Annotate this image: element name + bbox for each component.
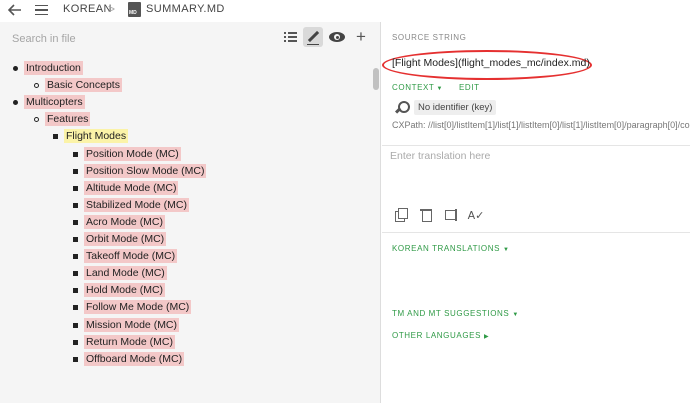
spellcheck-icon[interactable]: A✓ xyxy=(468,208,485,222)
eye-icon[interactable] xyxy=(327,27,347,47)
bullet xyxy=(13,66,18,71)
divider xyxy=(382,145,690,146)
bullet xyxy=(34,83,39,89)
bullet xyxy=(73,254,78,260)
copy-icon[interactable] xyxy=(394,208,408,222)
top-bar: KOREAN > SUMMARY.MD xyxy=(0,0,690,22)
tree-item[interactable]: Takeoff Mode (MC) xyxy=(84,248,178,264)
tree-item-label: Basic Concepts xyxy=(45,78,122,93)
tree-item[interactable]: Basic Concepts xyxy=(45,77,122,93)
source-string: [Flight Modes](flight_modes_mc/index.md) xyxy=(392,57,590,69)
tree-item[interactable]: Follow Me Mode (MC) xyxy=(84,299,192,315)
tree-item-label: Land Mode (MC) xyxy=(84,266,167,281)
tree-item[interactable]: Mission Mode (MC) xyxy=(84,317,180,333)
markdown-file-icon xyxy=(128,2,141,17)
context-dropdown[interactable]: CONTEXT ▼ xyxy=(392,83,443,92)
tree-item-label: Offboard Mode (MC) xyxy=(84,351,185,366)
caret-down-icon: ▼ xyxy=(512,312,519,318)
tree-item[interactable]: Stabilized Mode (MC) xyxy=(84,197,189,213)
scrollbar[interactable] xyxy=(372,58,380,403)
tree-item-label: Stabilized Mode (MC) xyxy=(84,197,189,212)
other-languages-toggle[interactable]: OTHER LANGUAGES ▶ xyxy=(392,331,489,340)
scrollbar-thumb[interactable] xyxy=(373,68,379,90)
tree-item-label: Mission Mode (MC) xyxy=(84,317,180,332)
bullet xyxy=(73,185,78,191)
file-preview-panel: + Introduction Basic Concepts Multicopters… xyxy=(0,22,381,403)
tree-item[interactable]: Orbit Mode (MC) xyxy=(84,231,167,247)
tree-item-label: Return Mode (MC) xyxy=(84,334,175,349)
breadcrumb-separator: > xyxy=(108,2,116,16)
tree-item-label: Position Slow Mode (MC) xyxy=(84,163,207,178)
tree-item-label: Altitude Mode (MC) xyxy=(84,180,179,195)
tree-item[interactable]: Features xyxy=(45,111,91,127)
bullet xyxy=(73,151,78,157)
pencil-icon[interactable] xyxy=(303,27,323,47)
korean-translations-toggle[interactable]: KOREAN TRANSLATIONS ▼ xyxy=(392,244,510,253)
bullet xyxy=(73,305,78,311)
tree-item[interactable]: Introduction xyxy=(24,60,83,76)
tree-item-label: Introduction xyxy=(24,61,83,75)
context-row: CONTEXT ▼ EDIT xyxy=(392,83,480,92)
plus-icon[interactable]: + xyxy=(351,27,371,47)
key-icon xyxy=(394,100,410,115)
tree-item[interactable]: Offboard Mode (MC) xyxy=(84,351,185,367)
translation-toolbar: A✓ xyxy=(394,208,485,222)
translation-input[interactable] xyxy=(390,150,680,190)
bullet xyxy=(73,237,78,242)
bullet xyxy=(53,134,58,140)
editor-panel: SOURCE STRING [Flight Modes](flight_mode… xyxy=(382,22,690,403)
divider xyxy=(382,232,690,233)
bullet xyxy=(73,271,78,277)
tree-item[interactable]: Multicopters xyxy=(24,94,85,110)
cxpath: CXPath: //list[0]/listItem[1]/list[1]/li… xyxy=(392,120,690,130)
tm-icon[interactable] xyxy=(444,208,458,222)
tree-item-label: Acro Mode (MC) xyxy=(84,214,166,229)
bullet xyxy=(73,168,78,174)
tree-item[interactable]: Hold Mode (MC) xyxy=(84,282,166,298)
bullet xyxy=(34,117,39,123)
tree-item[interactable]: Altitude Mode (MC) xyxy=(84,180,179,196)
back-arrow-icon[interactable] xyxy=(7,1,23,19)
tree-item-label: Features xyxy=(45,112,91,127)
menu-icon[interactable] xyxy=(33,1,49,19)
breadcrumb-project[interactable]: KOREAN xyxy=(63,3,112,15)
bullet xyxy=(73,288,78,294)
no-identifier-label: No identifier (key) xyxy=(414,100,497,115)
trash-icon[interactable] xyxy=(419,208,433,222)
list-icon[interactable] xyxy=(280,27,300,47)
bullet xyxy=(73,356,78,362)
tree-item-label: Flight Modes xyxy=(64,129,129,144)
caret-down-icon: ▼ xyxy=(503,247,510,253)
tree-item[interactable]: Acro Mode (MC) xyxy=(84,214,166,230)
bullet xyxy=(13,100,18,106)
tm-mt-suggestions-toggle[interactable]: TM AND MT SUGGESTIONS ▼ xyxy=(392,309,519,318)
bullet xyxy=(73,339,78,345)
source-string-label: SOURCE STRING xyxy=(392,33,467,42)
tree-item-label: Takeoff Mode (MC) xyxy=(84,249,178,264)
bullet xyxy=(73,202,78,208)
identifier-row: No identifier (key) xyxy=(394,100,497,115)
tree-item[interactable]: Position Slow Mode (MC) xyxy=(84,163,207,179)
bullet xyxy=(73,219,78,225)
tree-item[interactable]: Land Mode (MC) xyxy=(84,265,167,281)
search-input[interactable] xyxy=(12,31,212,47)
tree-item-label: Hold Mode (MC) xyxy=(84,283,166,298)
caret-down-icon: ▼ xyxy=(436,86,443,92)
edit-link[interactable]: EDIT xyxy=(459,83,480,92)
tree-item-label: Multicopters xyxy=(24,95,85,110)
bullet xyxy=(73,322,78,328)
tree-item[interactable]: Return Mode (MC) xyxy=(84,334,175,350)
breadcrumb-file: SUMMARY.MD xyxy=(146,3,225,15)
tree-item-label: Follow Me Mode (MC) xyxy=(84,300,192,315)
tree-item-label: Orbit Mode (MC) xyxy=(84,232,167,246)
tree-item-label: Position Mode (MC) xyxy=(84,146,181,161)
tree-item[interactable]: Position Mode (MC) xyxy=(84,146,181,162)
tree-item[interactable]: Flight Modes xyxy=(64,128,129,144)
caret-right-icon: ▶ xyxy=(484,334,490,340)
